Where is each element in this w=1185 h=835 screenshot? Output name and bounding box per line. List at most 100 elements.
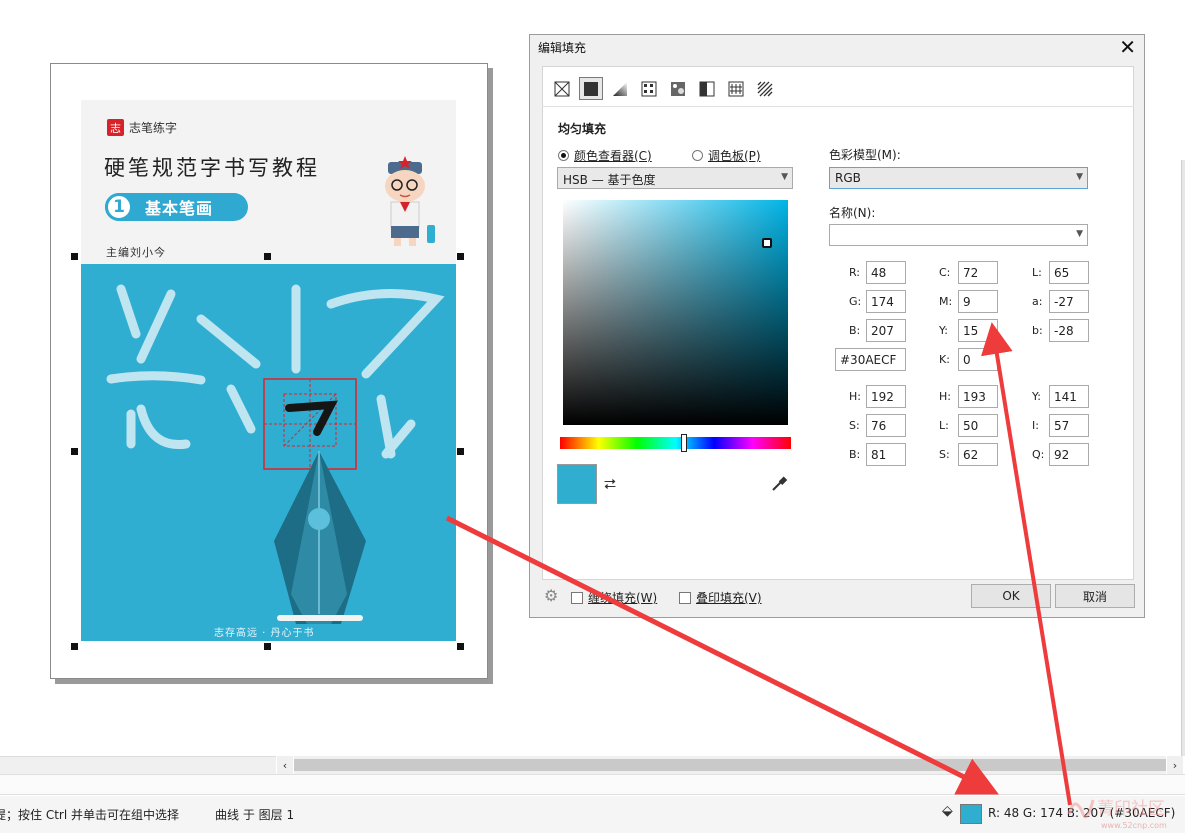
uniform-fill-icon[interactable] xyxy=(579,77,603,100)
k-input[interactable]: 0 xyxy=(958,348,998,371)
status-object-info: 曲线 于 图层 1 xyxy=(215,808,295,822)
ok-button[interactable]: OK xyxy=(971,584,1051,608)
lab-b-label: b: xyxy=(1032,324,1043,337)
volume-label: 基本笔画 xyxy=(145,199,214,218)
hsb-b-input[interactable]: 81 xyxy=(866,443,906,466)
color-model-label: 色彩模型(M): xyxy=(829,148,901,162)
selection-handle[interactable] xyxy=(457,643,464,650)
checkbox-unchecked-icon xyxy=(571,591,583,604)
two-color-pattern-icon[interactable] xyxy=(695,77,719,100)
color-field-picker[interactable] xyxy=(563,200,788,425)
k-label: K: xyxy=(939,353,950,366)
selection-handle[interactable] xyxy=(71,643,78,650)
selection-handle[interactable] xyxy=(71,253,78,260)
y-label: Y: xyxy=(939,324,948,337)
lab-l-input[interactable]: 65 xyxy=(1049,261,1089,284)
yiq-q-input[interactable]: 92 xyxy=(1049,443,1089,466)
hex-input[interactable]: #30AECF xyxy=(835,348,906,371)
dialog-title: 编辑填充 xyxy=(538,41,587,55)
hsb-s-input[interactable]: 76 xyxy=(866,414,906,437)
volume-number: 1 xyxy=(105,193,133,221)
current-color-swatch xyxy=(557,464,597,504)
g-label: G: xyxy=(849,295,862,308)
radio-palette-label: 调色板(P) xyxy=(708,149,761,163)
pen-nib-illustration xyxy=(106,284,445,624)
y-input[interactable]: 15 xyxy=(958,319,998,342)
m-input[interactable]: 9 xyxy=(958,290,998,313)
radio-palette[interactable]: 调色板(P) xyxy=(692,147,761,164)
lab-b-input[interactable]: -28 xyxy=(1049,319,1089,342)
viewer-mode-select[interactable]: HSB — 基于色度 ▼ xyxy=(557,167,793,189)
hls-s-label: S: xyxy=(939,448,950,461)
wrap-fill-checkbox[interactable]: 缠绕填充(W) xyxy=(571,589,657,606)
gear-icon[interactable]: ⚙ xyxy=(544,586,558,605)
color-picker-cursor[interactable] xyxy=(762,238,772,248)
hsb-b-label: B: xyxy=(849,448,861,461)
fountain-fill-icon[interactable] xyxy=(608,77,632,100)
overprint-fill-label: 叠印填充(V) xyxy=(696,591,762,605)
volume-badge: 1 基本笔画 xyxy=(105,193,248,221)
vector-pattern-icon[interactable] xyxy=(637,77,661,100)
hue-slider-thumb[interactable] xyxy=(681,434,687,452)
b-input[interactable]: 207 xyxy=(866,319,906,342)
hls-s-input[interactable]: 62 xyxy=(958,443,998,466)
lab-a-label: a: xyxy=(1032,295,1043,308)
horizontal-scroll-thumb[interactable] xyxy=(294,759,1166,771)
brand-logo: 志 志笔练字 xyxy=(107,119,177,136)
viewer-mode-value: HSB — 基于色度 xyxy=(563,173,656,187)
yiq-y-input[interactable]: 141 xyxy=(1049,385,1089,408)
selection-handle[interactable] xyxy=(457,448,464,455)
yiq-q-label: Q: xyxy=(1032,448,1045,461)
c-input[interactable]: 72 xyxy=(958,261,998,284)
scroll-right-arrow-icon[interactable]: › xyxy=(1167,756,1183,774)
name-label: 名称(N): xyxy=(829,206,876,220)
fill-color-swatch[interactable] xyxy=(960,804,982,824)
r-input[interactable]: 48 xyxy=(866,261,906,284)
status-bar: 提；按住 Ctrl 并单击可在组中选择 曲线 于 图层 1 ⬙ R: 48 G:… xyxy=(0,796,1185,833)
selection-handle[interactable] xyxy=(264,253,271,260)
overprint-fill-checkbox[interactable]: 叠印填充(V) xyxy=(679,589,762,606)
close-icon[interactable]: ✕ xyxy=(1119,35,1136,59)
swap-colors-icon[interactable]: ⮂ xyxy=(604,475,616,493)
document-palette-bar xyxy=(0,774,1185,795)
wrap-fill-label: 缠绕填充(W) xyxy=(588,591,658,605)
yiq-y-label: Y: xyxy=(1032,390,1041,403)
selection-handle[interactable] xyxy=(457,253,464,260)
fill-type-tabs xyxy=(550,77,777,100)
eyedropper-icon[interactable] xyxy=(770,475,788,497)
vertical-scrollbar[interactable] xyxy=(1181,160,1185,756)
watermark-text: 菁印社区 xyxy=(1097,799,1165,819)
page-navigator-bar[interactable] xyxy=(0,756,276,774)
postscript-fill-icon[interactable] xyxy=(753,77,777,100)
color-model-select[interactable]: RGB ▼ xyxy=(829,167,1088,189)
cover-illustration[interactable] xyxy=(81,264,456,641)
texture-fill-icon[interactable] xyxy=(724,77,748,100)
hls-h-label: H: xyxy=(939,390,951,403)
hsb-h-input[interactable]: 192 xyxy=(866,385,906,408)
selection-handle[interactable] xyxy=(71,448,78,455)
lab-a-input[interactable]: -27 xyxy=(1049,290,1089,313)
no-fill-icon[interactable] xyxy=(550,77,574,100)
lab-l-label: L: xyxy=(1032,266,1042,279)
horizontal-scrollbar[interactable] xyxy=(294,756,1166,774)
g-input[interactable]: 174 xyxy=(866,290,906,313)
chevron-down-icon: ▼ xyxy=(781,172,788,182)
scroll-left-arrow-icon[interactable]: ‹ xyxy=(277,756,293,774)
radio-checked-icon xyxy=(558,150,569,161)
watermark-url: www.52cnp.com xyxy=(1101,821,1167,830)
bitmap-pattern-icon[interactable] xyxy=(666,77,690,100)
name-combobox[interactable]: ▼ xyxy=(829,224,1088,246)
r-label: R: xyxy=(849,266,861,279)
tab-divider xyxy=(542,106,1134,107)
hls-l-input[interactable]: 50 xyxy=(958,414,998,437)
color-model-value: RGB xyxy=(835,171,861,185)
yiq-i-input[interactable]: 57 xyxy=(1049,414,1089,437)
radio-color-viewer[interactable]: 颜色查看器(C) xyxy=(558,147,652,164)
yiq-i-label: I: xyxy=(1032,419,1039,432)
selection-handle[interactable] xyxy=(264,643,271,650)
checkbox-unchecked-icon xyxy=(679,591,691,604)
hls-h-input[interactable]: 193 xyxy=(958,385,998,408)
cancel-button[interactable]: 取消 xyxy=(1055,584,1135,608)
hue-slider[interactable] xyxy=(560,434,791,452)
fill-bucket-icon[interactable]: ⬙ xyxy=(942,803,953,819)
